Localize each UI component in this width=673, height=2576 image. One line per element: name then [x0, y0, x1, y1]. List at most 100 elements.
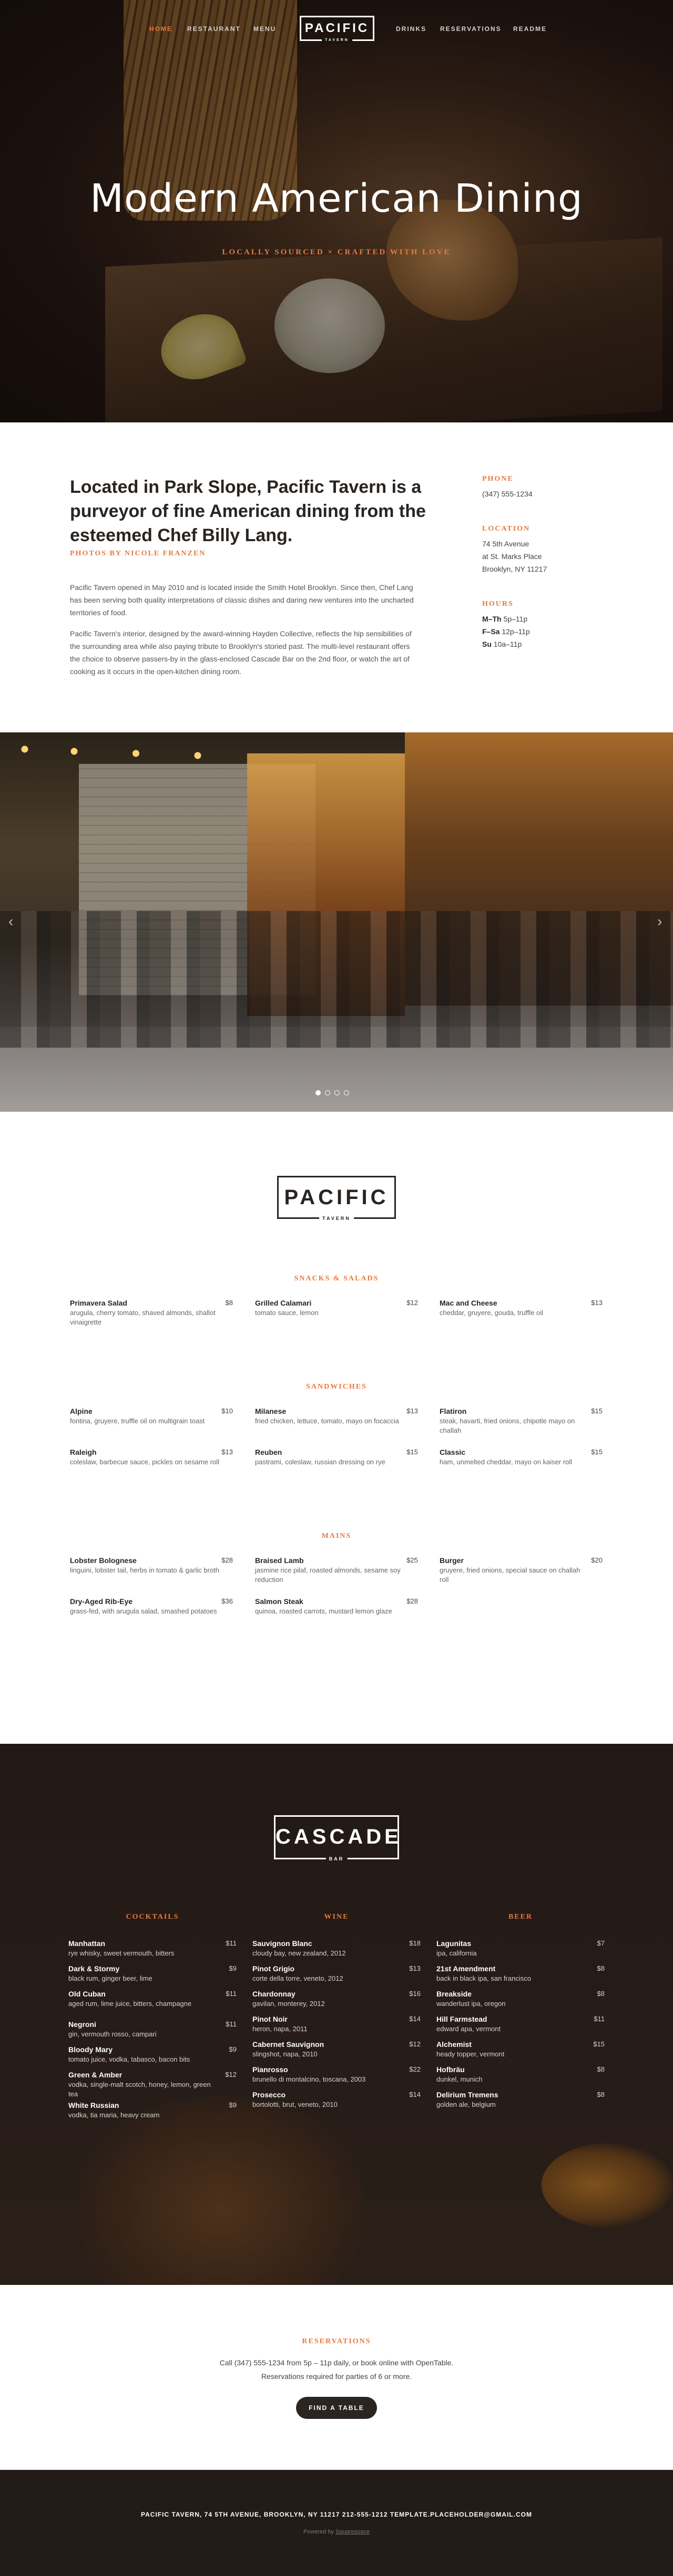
item-name: Burger [440, 1556, 464, 1565]
phone-block: PHONE (347) 555-1234 [482, 475, 608, 500]
hours-row: Su 10a–11p [482, 638, 608, 650]
menu-item: Grilled Calamari $12 tomato sauce, lemon [255, 1299, 418, 1318]
drink-name: Negroni [68, 2020, 96, 2029]
drink-description: heron, napa, 2011 [252, 2025, 308, 2033]
drink-item: Pianrosso $22 brunello di montalcino, tosc… [252, 2065, 421, 2084]
drink-description: heady topper, vermont [436, 2050, 505, 2058]
phone-label: PHONE [482, 475, 514, 483]
drink-description: dunkel, munich [436, 2075, 483, 2083]
drink-price: $16 [409, 1990, 421, 1998]
hours-time: 10a–11p [493, 640, 522, 648]
item-description: fried chicken, lettuce, tomato, mayo on … [255, 1417, 399, 1425]
drink-description: corte della torre, veneto, 2012 [252, 1974, 343, 1982]
reservations-info: Call (347) 555-1234 from 5p – 11p daily,… [219, 2358, 454, 2367]
menu-item: Alpine $10 fontina, gruyere, truffle oil… [70, 1407, 233, 1426]
drink-item: Prosecco $14 bortolotti, brut, veneto, 201… [252, 2091, 421, 2109]
reservations-title: RESERVATIONS [302, 2337, 371, 2345]
drink-name: Cabernet Sauvignon [252, 2040, 324, 2049]
bar-logo-subtext: BAR [325, 1856, 348, 1862]
drink-description: brunello di montalcino, toscana, 2003 [252, 2075, 366, 2083]
slide-dot[interactable] [344, 1090, 349, 1095]
powered-by-label: Powered by [303, 2529, 334, 2535]
footer: PACIFIC TAVERN, 74 5TH AVENUE, BROOKLYN,… [0, 2470, 673, 2576]
footer-contact: PACIFIC TAVERN, 74 5TH AVENUE, BROOKLYN,… [141, 2511, 532, 2518]
site-logo[interactable]: PACIFIC TAVERN [300, 16, 374, 44]
address-line: Brooklyn, NY 11217 [482, 565, 547, 573]
drink-price: $8 [597, 1964, 605, 1972]
drink-name: Dark & Stormy [68, 1964, 120, 1973]
slide-dot[interactable] [315, 1090, 321, 1095]
menu-item: Milanese $13 fried chicken, lettuce, tom… [255, 1407, 418, 1426]
menu-item: Dry-Aged Rib-Eye $36 grass-fed, with aru… [70, 1597, 233, 1616]
drink-description: gavilan, monterey, 2012 [252, 2000, 325, 2008]
nav-home[interactable]: Home [149, 25, 172, 33]
drink-price: $8 [597, 2065, 605, 2073]
restaurant-slideshow: ‹ › [0, 732, 673, 1112]
drink-item: Cabernet Sauvignon $12 slingshot, napa, 20… [252, 2040, 421, 2059]
item-name: Primavera Salad [70, 1299, 127, 1307]
drink-item: Pinot Grigio $13 corte della torre, veneto… [252, 1964, 421, 1983]
item-price: $13 [591, 1299, 603, 1307]
item-description: tomato sauce, lemon [255, 1309, 319, 1317]
nav-menu[interactable]: Menu [253, 25, 276, 33]
drink-description: cloudy bay, new zealand, 2012 [252, 1949, 346, 1957]
bar-logo-text: CASCADE [276, 1825, 402, 1848]
drink-item: White Russian $9 vodka, tia maria, heavy c… [68, 2101, 237, 2120]
menu-item: Raleigh $13 coleslaw, barbecue sauce, pi… [70, 1448, 233, 1467]
item-price: $10 [221, 1407, 233, 1415]
main-nav: Home Restaurant Menu PACIFIC TAVERN Drin… [0, 16, 673, 44]
item-price: $28 [406, 1597, 418, 1605]
reservations-section: RESERVATIONS Call (347) 555-1234 from 5p… [0, 2285, 673, 2470]
about-heading: Located in Park Slope, Pacific Tavern is… [70, 477, 426, 545]
reservations-note: Reservations required for parties of 6 o… [261, 2372, 412, 2381]
about-section: Located in Park Slope, Pacific Tavern is… [0, 422, 673, 732]
drink-item: Old Cuban $11 aged rum, lime juice, bitter… [68, 1990, 237, 2009]
item-price: $28 [221, 1556, 233, 1564]
slide-dot[interactable] [334, 1090, 340, 1095]
find-a-table-button[interactable]: FIND A TABLE [296, 2397, 377, 2419]
drink-price: $14 [409, 2091, 421, 2098]
drink-description: bortolotti, brut, veneto, 2010 [252, 2101, 338, 2108]
phone-number[interactable]: (347) 555-1234 [482, 488, 608, 500]
item-description: cheddar, gruyere, gouda, truffle oil [440, 1309, 544, 1317]
item-description: fontina, gruyere, truffle oil on multigr… [70, 1417, 205, 1425]
item-price: $20 [591, 1556, 603, 1564]
hours-time: 12p–11p [502, 627, 530, 636]
drink-name: Alchemist [436, 2040, 472, 2049]
chevron-left-icon[interactable]: ‹ [8, 914, 18, 929]
nav-restaurant[interactable]: Restaurant [187, 25, 241, 33]
powered-by: Powered by Squarespace [0, 2529, 673, 2535]
drink-description: rye whisky, sweet vermouth, bitters [68, 1949, 175, 1957]
drink-description: slingshot, napa, 2010 [252, 2050, 318, 2058]
item-price: $13 [406, 1407, 418, 1415]
drink-description: gin, vermouth rosso, campari [68, 2030, 157, 2038]
drink-item: Lagunitas $7 ipa, california [436, 1939, 605, 1958]
drink-item: Negroni $11 gin, vermouth rosso, campari [68, 2020, 237, 2039]
nav-drinks[interactable]: Drinks [396, 25, 426, 33]
item-name: Reuben [255, 1448, 282, 1456]
chevron-right-icon[interactable]: › [657, 914, 667, 929]
nav-reservations[interactable]: Reservations [440, 25, 502, 33]
nav-readme[interactable]: Readme [513, 25, 547, 33]
menu-item: Primavera Salad $8 arugula, cherry tomat… [70, 1299, 233, 1327]
section-title-sandwiches: SANDWICHES [306, 1383, 367, 1391]
hours-list: M–Th 5p–11p F–Sa 12p–11p Su 10a–11p [482, 613, 608, 650]
drink-item: Manhattan $11 rye whisky, sweet vermouth, … [68, 1939, 237, 1958]
hero-title: Modern American Dining [90, 176, 583, 221]
item-name: Lobster Bolognese [70, 1556, 137, 1565]
drink-item: Breakside $8 wanderlust ipa, oregon [436, 1990, 605, 2009]
item-price: $12 [406, 1299, 418, 1307]
string-lights [0, 732, 247, 774]
drink-price: $9 [229, 2101, 237, 2109]
squarespace-link[interactable]: Squarespace [335, 2529, 370, 2535]
logo-subtext: TAVERN [322, 37, 352, 44]
drink-item: Alchemist $15 heady topper, vermont [436, 2040, 605, 2059]
drinks-menu: CASCADE BAR COCKTAILS WINE BEER Manhatta… [0, 1744, 673, 2285]
photo-credit[interactable]: PHOTOS BY NICOLE FRANZEN [70, 550, 206, 558]
drink-price: $12 [409, 2040, 421, 2048]
slide-dot[interactable] [325, 1090, 330, 1095]
menu-item: Flatiron $15 steak, havarti, fried onion… [440, 1407, 603, 1435]
drink-price: $22 [409, 2065, 421, 2073]
drink-price: $12 [225, 2071, 237, 2078]
drink-name: 21st Amendment [436, 1964, 496, 1973]
